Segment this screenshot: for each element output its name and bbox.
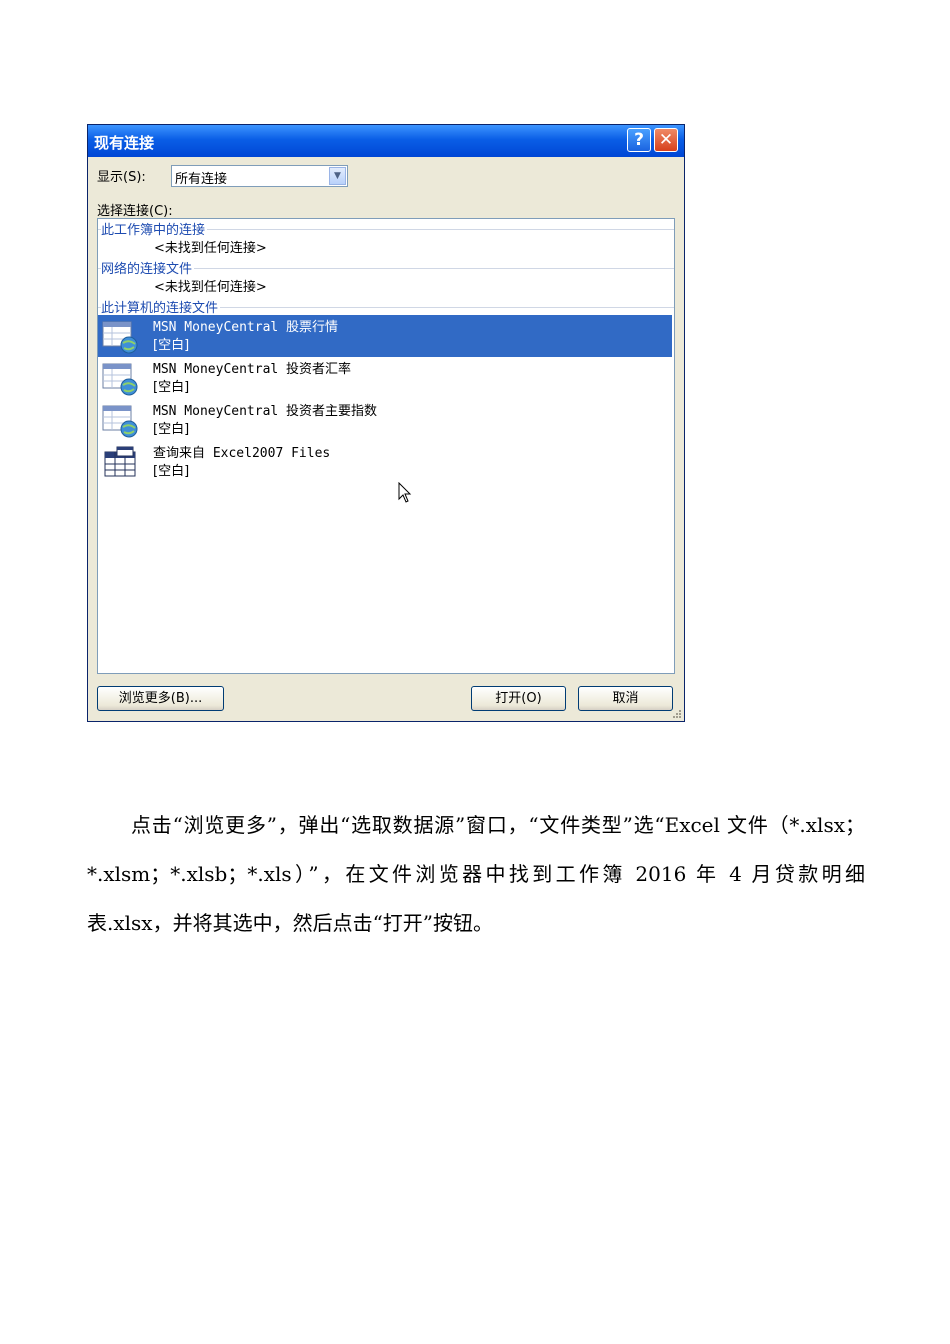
connection-description: [空白] — [153, 422, 190, 437]
web-connection-icon — [102, 321, 138, 354]
list-item[interactable]: MSN MoneyCentral 股票行情 [空白] — [98, 315, 672, 357]
list-item[interactable]: 查询来自 Excel2007 Files [空白] — [98, 441, 672, 483]
chevron-down-icon[interactable]: ▼ — [329, 167, 346, 185]
connection-name: 查询来自 Excel2007 Files — [153, 446, 331, 461]
connection-description: [空白] — [153, 338, 190, 353]
connection-name: MSN MoneyCentral 投资者主要指数 — [153, 404, 378, 419]
empty-note-network: <未找到任何连接> — [154, 280, 267, 295]
close-icon: ✕ — [658, 130, 674, 150]
web-connection-icon — [102, 405, 138, 438]
connection-description: [空白] — [153, 380, 190, 395]
mouse-cursor-icon — [398, 482, 412, 503]
existing-connections-dialog: 现有连接 ? ✕ 显示(S): 所有连接 ▼ 选择连接(C): 此工作簿中的连接… — [87, 124, 685, 722]
list-item[interactable]: MSN MoneyCentral 投资者主要指数 [空白] — [98, 399, 672, 441]
cancel-button[interactable]: 取消 — [578, 686, 673, 711]
help-button[interactable]: ? — [627, 128, 651, 152]
list-item[interactable]: MSN MoneyCentral 投资者汇率 [空白] — [98, 357, 672, 399]
group-header-computer: 此计算机的连接文件 — [101, 297, 221, 316]
show-dropdown[interactable]: 所有连接 ▼ — [171, 165, 348, 187]
connection-list[interactable]: 此工作簿中的连接 <未找到任何连接> 网络的连接文件 <未找到任何连接> 此计算… — [97, 218, 675, 674]
open-button[interactable]: 打开(O) — [471, 686, 566, 711]
table-query-icon — [104, 446, 136, 477]
browse-more-button[interactable]: 浏览更多(B)... — [97, 686, 224, 711]
help-icon: ? — [634, 130, 644, 150]
connection-description: [空白] — [153, 464, 190, 479]
dialog-titlebar[interactable]: 现有连接 ? ✕ — [88, 125, 684, 157]
connection-name: MSN MoneyCentral 股票行情 — [153, 320, 339, 335]
connection-name: MSN MoneyCentral 投资者汇率 — [153, 362, 352, 377]
empty-note-workbook: <未找到任何连接> — [154, 241, 267, 256]
instruction-paragraph: 点击“浏览更多”，弹出“选取数据源”窗口，“文件类型”选“Excel 文件（*.… — [87, 813, 865, 935]
close-button[interactable]: ✕ — [654, 128, 678, 152]
group-header-workbook: 此工作簿中的连接 — [101, 219, 208, 238]
resize-grip-icon[interactable] — [672, 709, 682, 719]
show-label: 显示(S): — [97, 170, 146, 185]
web-connection-icon — [102, 363, 138, 396]
choose-connection-label: 选择连接(C): — [97, 204, 173, 219]
dialog-title: 现有连接 — [94, 134, 155, 152]
show-dropdown-value: 所有连接 — [175, 172, 228, 187]
group-header-network: 网络的连接文件 — [101, 258, 195, 277]
